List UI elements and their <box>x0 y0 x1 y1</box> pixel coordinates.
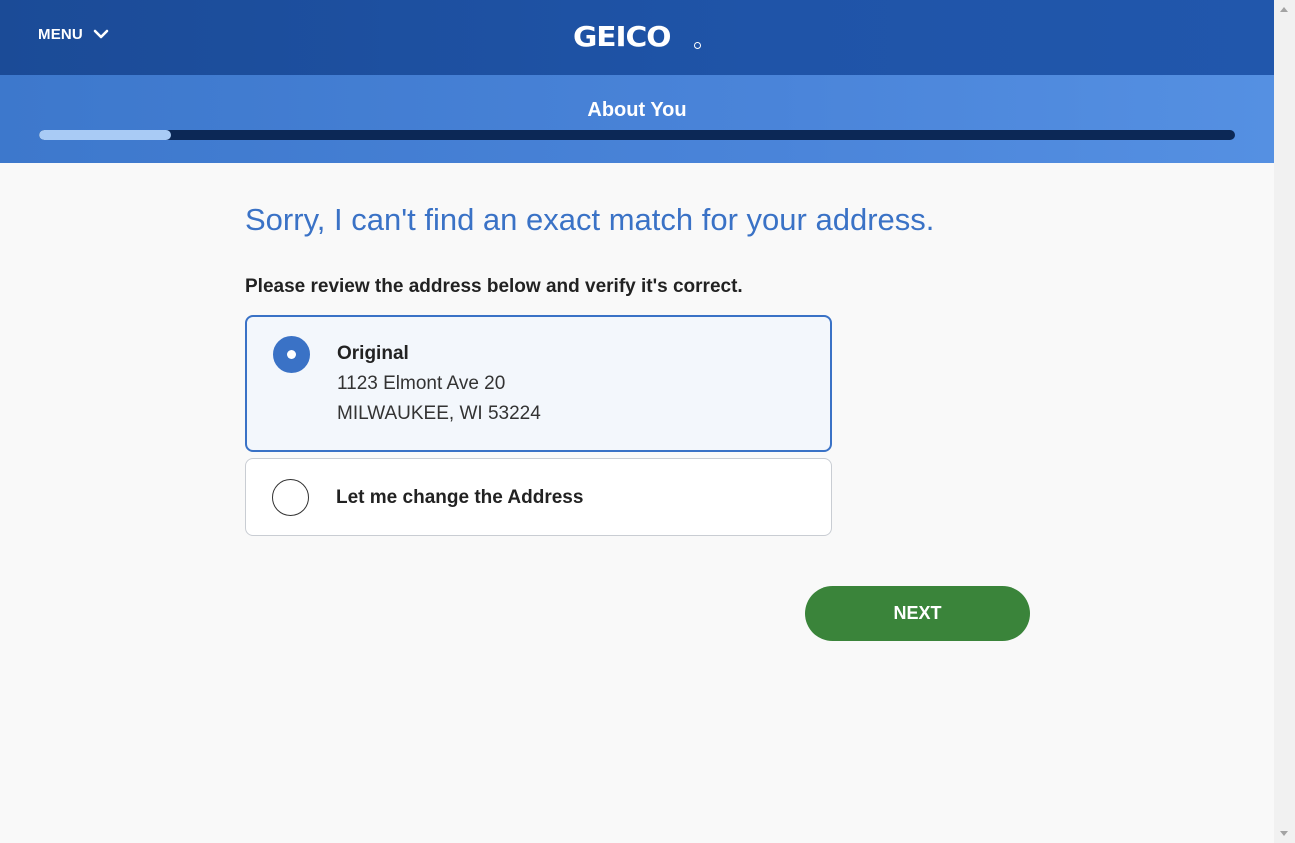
option-title: Let me change the Address <box>336 487 584 508</box>
menu-toggle[interactable]: MENU <box>38 26 109 43</box>
top-navigation-bar: MENU GEICO <box>0 0 1274 75</box>
address-line-2: MILWAUKEE, WI 53224 <box>337 403 541 424</box>
scroll-up-arrow-icon[interactable] <box>1280 7 1288 12</box>
instruction-text: Please review the address below and veri… <box>245 276 743 297</box>
registered-mark <box>694 42 701 49</box>
progress-bar-fill <box>39 130 171 140</box>
next-button[interactable]: NEXT <box>805 586 1030 641</box>
page-heading: Sorry, I can't find an exact match for y… <box>245 202 935 237</box>
address-option-change[interactable]: Let me change the Address <box>245 458 832 536</box>
vertical-scrollbar[interactable] <box>1274 0 1295 843</box>
scroll-down-arrow-icon[interactable] <box>1280 831 1288 836</box>
section-title: About You <box>587 99 687 121</box>
menu-label: MENU <box>38 26 83 43</box>
page: MENU GEICO About You Sorry, I can't find… <box>0 0 1274 843</box>
option-title: Original <box>337 343 409 364</box>
address-line-1: 1123 Elmont Ave 20 <box>337 373 506 394</box>
address-option-original[interactable]: Original 1123 Elmont Ave 20 MILWAUKEE, W… <box>245 315 832 452</box>
geico-logo[interactable]: GEICO <box>573 22 701 52</box>
radio-button-selected[interactable] <box>273 336 310 373</box>
logo-wordmark: GEICO <box>573 20 671 53</box>
chevron-down-icon <box>93 29 109 40</box>
radio-button-unselected[interactable] <box>272 479 309 516</box>
progress-bar <box>39 130 1235 140</box>
section-header: About You <box>0 75 1274 163</box>
